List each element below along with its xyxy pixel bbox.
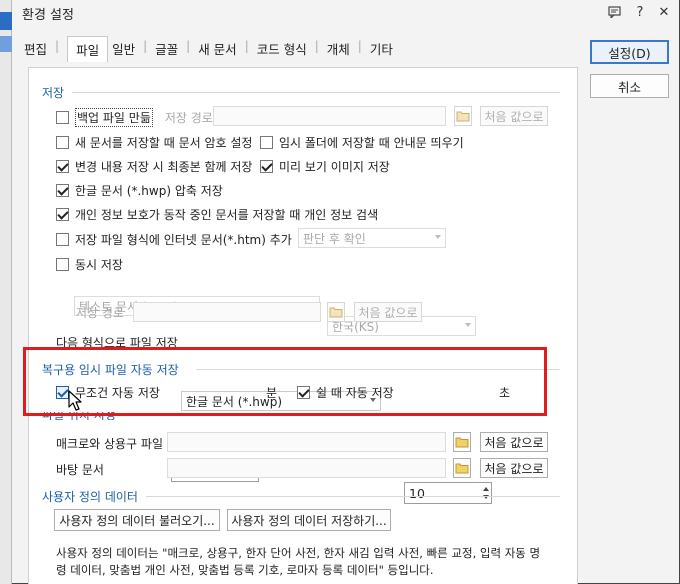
tab-code-format[interactable]: 코드 형식: [257, 36, 307, 62]
save-section-title: 저장: [42, 86, 65, 100]
backup-path-label: 저장 경로: [164, 111, 213, 125]
privacy-row: 개인 정보 보호가 동작 중인 문서를 저장할 때 개인 정보 검색: [56, 206, 378, 223]
sync-path-input: [133, 302, 321, 322]
add-htm-label: 저장 파일 형식에 인터넷 문서(*.htm) 추가: [75, 233, 292, 247]
macro-default-button[interactable]: 처음 값으로: [480, 432, 548, 452]
password-row: 새 문서를 저장할 때 문서 암호 설정: [56, 134, 252, 151]
tab-font[interactable]: 글꼴: [155, 36, 178, 62]
preview-checkbox[interactable]: [260, 160, 273, 173]
desktop-folder-icon[interactable]: [453, 458, 471, 478]
temp-folder-row: 임시 폴더에 저장할 때 안내문 띄우기: [260, 134, 464, 151]
sync-label: 동시 저장: [75, 258, 123, 272]
tab-new-doc[interactable]: 새 문서: [198, 36, 236, 62]
sync-path-label: 저장 경로: [76, 306, 124, 320]
temp-folder-checkbox[interactable]: [260, 136, 273, 149]
idle-seconds-spinner[interactable]: 10: [404, 482, 492, 504]
backup-default-button: 처음 값으로: [480, 106, 548, 126]
backup-row: 백업 파일 만듦 저장 경로: [56, 108, 213, 127]
title-bar: [12, 0, 679, 26]
help-icon[interactable]: ?: [630, 3, 650, 21]
macro-folder-icon[interactable]: [453, 432, 471, 452]
highlight-box: [23, 347, 547, 416]
backup-folder-icon: [454, 106, 472, 126]
sync-folder-icon: [327, 302, 345, 322]
backup-checkbox[interactable]: [56, 111, 69, 124]
preview-label: 미리 보기 이미지 저장: [279, 160, 390, 174]
tab-edit[interactable]: 편집: [24, 36, 47, 62]
final-copy-checkbox[interactable]: [56, 160, 69, 173]
desktop-default-button[interactable]: 처음 값으로: [480, 458, 548, 478]
background-app-strip: [0, 0, 12, 584]
final-copy-label: 변경 내용 저장 시 최종본 함께 저장: [75, 160, 253, 174]
sync-checkbox[interactable]: [56, 258, 69, 271]
tab-general[interactable]: 일반: [112, 36, 135, 62]
add-htm-row: 저장 파일 형식에 인터넷 문서(*.htm) 추가: [56, 231, 292, 248]
add-htm-checkbox[interactable]: [56, 233, 69, 246]
user-data-description: 사용자 정의 데이터는 "매크로, 상용구, 한자 단어 사전, 한자 새김 입…: [56, 546, 541, 577]
tab-object[interactable]: 개체: [327, 36, 350, 62]
preview-row: 미리 보기 이미지 저장: [260, 158, 390, 175]
desktop-path-input: [167, 458, 446, 478]
tab-file[interactable]: 파일: [67, 36, 109, 62]
temp-folder-label: 임시 폴더에 저장할 때 안내문 띄우기: [279, 136, 464, 150]
cancel-button[interactable]: 취소: [590, 74, 669, 98]
ok-button[interactable]: 설정(D): [590, 40, 669, 64]
compress-checkbox[interactable]: [56, 184, 69, 197]
user-data-save-button[interactable]: 사용자 정의 데이터 저장하기...: [227, 509, 391, 531]
macro-path-input: [167, 432, 446, 452]
compress-label: 한글 문서 (*.hwp) 압축 저장: [75, 184, 223, 198]
backup-path-input: [213, 106, 446, 126]
comment-icon[interactable]: [604, 3, 624, 21]
sync-row: 동시 저장: [56, 256, 123, 273]
user-data-section-title: 사용자 정의 데이터: [42, 490, 138, 504]
user-data-load-button[interactable]: 사용자 정의 데이터 불러오기...: [54, 509, 220, 531]
tab-etc[interactable]: 기타: [370, 36, 393, 62]
final-copy-row: 변경 내용 저장 시 최종본 함께 저장: [56, 158, 252, 175]
desktop-label: 바탕 문서: [56, 463, 104, 477]
backup-label: 백업 파일 만듦: [75, 108, 153, 127]
sync-default-button: 처음 값으로: [354, 302, 422, 322]
add-htm-select: 판단 후 확인: [298, 228, 446, 248]
tab-bar: 편집 | 파일 일반 | 글꼴 | 새 문서 | 코드 형식 | 개체 | 기타: [24, 36, 393, 62]
compress-row: 한글 문서 (*.hwp) 압축 저장: [56, 182, 223, 199]
password-label: 새 문서를 저장할 때 문서 암호 설정: [75, 136, 253, 150]
privacy-label: 개인 정보 보호가 동작 중인 문서를 저장할 때 개인 정보 검색: [75, 208, 379, 222]
macro-label: 매크로와 상용구 파일: [56, 437, 163, 451]
mouse-cursor-icon: [68, 390, 84, 412]
privacy-checkbox[interactable]: [56, 208, 69, 221]
dialog-title: 환경 설정: [22, 8, 74, 23]
password-checkbox[interactable]: [56, 136, 69, 149]
close-icon[interactable]: ✕: [654, 3, 674, 21]
